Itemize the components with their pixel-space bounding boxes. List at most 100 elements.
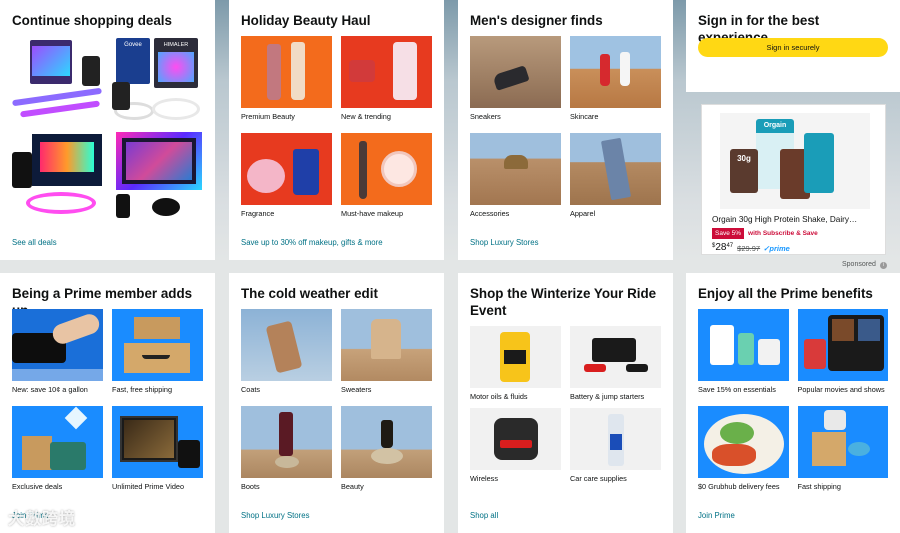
- winterize-tile-battery[interactable]: Battery & jump starters: [570, 326, 661, 402]
- boots-image: [241, 406, 332, 478]
- price-row: $ 28 47 $29.97 ✓prime: [712, 243, 790, 254]
- cold-tile-coats[interactable]: Coats: [241, 309, 332, 395]
- fast-shipping-image: [797, 406, 888, 478]
- tile-caption: Must-have makeup: [341, 209, 404, 218]
- wireless-charger-image: [470, 408, 561, 470]
- prime-member-grid: New: save 10¢ a gallon Fast, free shippi…: [12, 309, 203, 492]
- tile-caption: Skincare: [570, 112, 599, 121]
- card-cold-weather-edit: The cold weather edit Coats Sweaters Boo…: [229, 273, 444, 533]
- info-icon[interactable]: i: [879, 262, 887, 269]
- benefit-tile-movies-shows[interactable]: Popular movies and shows: [797, 309, 888, 395]
- tile-caption: Accessories: [470, 209, 510, 218]
- cold-tile-boots[interactable]: Boots: [241, 406, 332, 492]
- card-title: Holiday Beauty Haul: [241, 13, 371, 28]
- fragrance-image: [241, 133, 332, 205]
- shop-luxury-stores-link[interactable]: Shop Luxury Stores: [470, 238, 538, 247]
- card-mens-designer-finds: Men's designer finds Sneakers Skincare A…: [458, 0, 673, 260]
- tile-caption: New & trending: [341, 112, 391, 121]
- save-badge: Save 5%: [712, 228, 745, 239]
- makeup-image: [341, 133, 432, 205]
- see-all-deals-link[interactable]: See all deals: [12, 238, 57, 247]
- card-prime-benefits: Enjoy all the Prime benefits Save 15% on…: [686, 273, 900, 533]
- benefit-tile-grubhub[interactable]: $0 Grubhub delivery fees: [698, 406, 789, 492]
- deal-tile-govee-light-bars[interactable]: [12, 36, 103, 126]
- tile-caption: $0 Grubhub delivery fees: [698, 482, 780, 491]
- sponsored-label[interactable]: Sponsored i: [842, 261, 887, 269]
- mens-tile-sneakers[interactable]: Sneakers: [470, 36, 561, 122]
- tile-caption: Unlimited Prime Video: [112, 482, 185, 491]
- prime-tile-fuel-savings[interactable]: New: save 10¢ a gallon: [12, 309, 103, 395]
- deals-grid: Govee HIMALER: [12, 36, 203, 222]
- card-holiday-beauty-haul: Holiday Beauty Haul Premium Beauty New &…: [229, 0, 444, 260]
- tile-caption: Save 15% on essentials: [698, 385, 776, 394]
- beauty-tile-fragrance[interactable]: Fragrance: [241, 133, 332, 219]
- govee-box-label: Govee: [124, 42, 142, 48]
- beauty-tile-must-have-makeup[interactable]: Must-have makeup: [341, 133, 432, 219]
- cold-weather-grid: Coats Sweaters Boots Beauty: [241, 309, 432, 492]
- deal-tile-himaler-strip-lights[interactable]: Govee HIMALER: [112, 36, 203, 126]
- prime-tile-exclusive-deals[interactable]: Exclusive deals: [12, 406, 103, 492]
- benefit-tile-essentials[interactable]: Save 15% on essentials: [698, 309, 789, 395]
- motor-oil-image: [470, 326, 561, 388]
- winterize-grid: Motor oils & fluids Battery & jump start…: [470, 326, 661, 484]
- winterize-tile-motor-oils[interactable]: Motor oils & fluids: [470, 326, 561, 402]
- tile-caption: New: save 10¢ a gallon: [12, 385, 88, 394]
- card-title: Men's designer finds: [470, 13, 603, 28]
- tile-caption: Boots: [241, 482, 260, 491]
- jump-starter-image: [570, 326, 661, 388]
- prime-tile-prime-video[interactable]: Unlimited Prime Video: [112, 406, 203, 492]
- beauty-tile-new-trending[interactable]: New & trending: [341, 36, 432, 122]
- cold-tile-sweaters[interactable]: Sweaters: [341, 309, 432, 395]
- tile-caption: Premium Beauty: [241, 112, 295, 121]
- mens-tile-apparel[interactable]: Apparel: [570, 133, 661, 219]
- sweaters-image: [341, 309, 432, 381]
- winterize-tile-wireless[interactable]: Wireless: [470, 408, 561, 484]
- tile-caption: Fast, free shipping: [112, 385, 173, 394]
- movies-shows-image: [797, 309, 888, 381]
- sponsored-text: Sponsored: [842, 261, 876, 268]
- savings-row: Save 5% with Subscribe & Save: [712, 228, 818, 239]
- sponsored-product-card[interactable]: Orgain 30g Orgain 30g High Protein Shake…: [701, 104, 886, 255]
- essentials-image: [698, 309, 789, 381]
- winterize-tile-car-care[interactable]: Car care supplies: [570, 408, 661, 484]
- join-prime-link[interactable]: Join Prime: [698, 511, 735, 520]
- tile-caption: Wireless: [470, 474, 498, 483]
- protein-shake-image: Orgain 30g: [720, 113, 870, 209]
- deal-tile-govee-tv-backlight[interactable]: [112, 132, 203, 222]
- card-title: Continue shopping deals: [12, 13, 172, 28]
- deal-tile-govee-rgb-strip[interactable]: [12, 132, 103, 222]
- apparel-image: [570, 133, 661, 205]
- card-continue-shopping-deals: Continue shopping deals Govee HIMALER Se…: [0, 0, 215, 260]
- beauty-savings-link[interactable]: Save up to 30% off makeup, gifts & more: [241, 238, 383, 247]
- cold-tile-beauty[interactable]: Beauty: [341, 406, 432, 492]
- card-title: Enjoy all the Prime benefits: [698, 286, 873, 301]
- card-sign-in: Sign in for the best experience Sign in …: [686, 0, 900, 92]
- rgb-strip-image: [12, 132, 103, 222]
- himaler-box-label: HIMALER: [163, 42, 189, 48]
- tile-caption: Battery & jump starters: [570, 392, 645, 401]
- tile-caption: Sweaters: [341, 385, 372, 394]
- tile-caption: Exclusive deals: [12, 482, 63, 491]
- shop-all-link[interactable]: Shop all: [470, 511, 498, 520]
- prime-tile-fast-shipping[interactable]: Fast, free shipping: [112, 309, 203, 395]
- mens-tile-skincare[interactable]: Skincare: [570, 36, 661, 122]
- card-title: Shop the Winterize Your Ride Event: [470, 286, 657, 318]
- package-30g-label: 30g: [730, 149, 758, 193]
- sign-in-securely-button[interactable]: Sign in securely: [698, 38, 888, 57]
- shop-luxury-stores-link[interactable]: Shop Luxury Stores: [241, 511, 309, 520]
- mens-tile-accessories[interactable]: Accessories: [470, 133, 561, 219]
- mens-grid: Sneakers Skincare Accessories Apparel: [470, 36, 661, 219]
- product-title-link[interactable]: Orgain 30g High Protein Shake, Dairy…: [712, 215, 857, 224]
- car-care-image: [570, 408, 661, 470]
- cold-beauty-image: [341, 406, 432, 478]
- beauty-grid: Premium Beauty New & trending Fragrance …: [241, 36, 432, 219]
- benefit-tile-fast-shipping[interactable]: Fast shipping: [797, 406, 888, 492]
- price-fraction: 47: [726, 243, 734, 249]
- card-title: The cold weather edit: [241, 286, 378, 301]
- card-winterize-your-ride: Shop the Winterize Your Ride Event Motor…: [458, 273, 673, 533]
- orgain-brand-label: Orgain: [756, 119, 794, 133]
- new-trending-image: [341, 36, 432, 108]
- beauty-tile-premium[interactable]: Premium Beauty: [241, 36, 332, 122]
- tile-caption: Motor oils & fluids: [470, 392, 528, 401]
- tile-caption: Fragrance: [241, 209, 275, 218]
